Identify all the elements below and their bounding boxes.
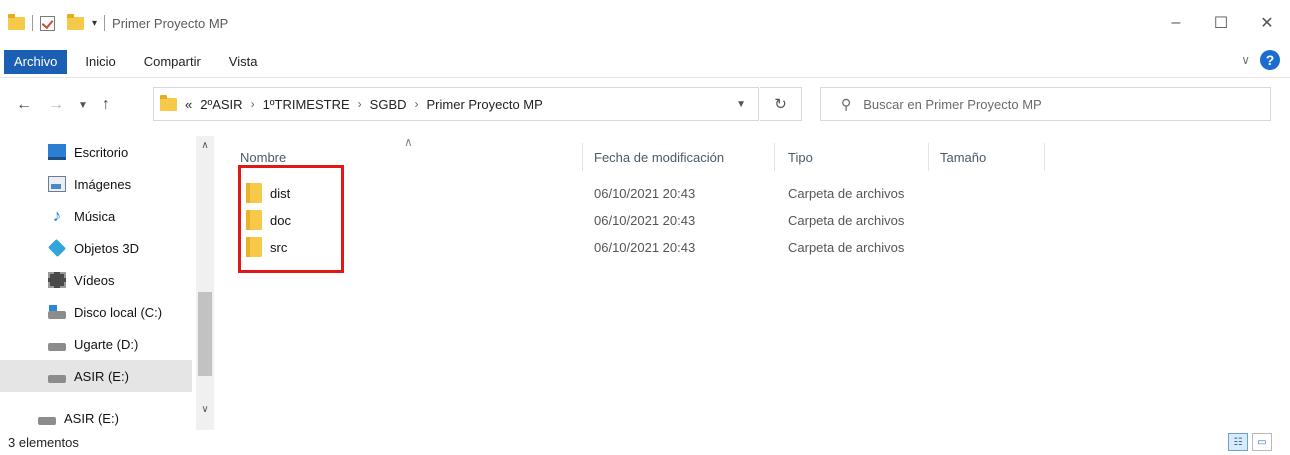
up-button[interactable]: ↑	[102, 96, 110, 114]
file-list: ∧ Nombre Fecha de modificación Tipo Tama…	[218, 131, 1290, 430]
customize-toolbar-chevron-icon[interactable]: ▾	[92, 18, 97, 29]
title-bar: ▾ Primer Proyecto MP – ☐ ✕	[0, 0, 1290, 46]
sidebar-item-label: Ugarte (D:)	[74, 336, 139, 352]
column-divider[interactable]	[582, 143, 583, 171]
ribbon-tabs: Archivo Inicio Compartir Vista ∨ ?	[0, 46, 1290, 78]
refresh-button[interactable]: ↻	[760, 87, 802, 121]
large-icons-view-icon[interactable]: ▭	[1252, 433, 1272, 451]
sidebar-item-asir-e-selected[interactable]: ASIR (E:)	[0, 360, 192, 392]
refresh-icon: ↻	[774, 96, 787, 113]
address-dropdown-icon[interactable]: ▼	[736, 99, 746, 110]
item-count: 3 elementos	[8, 435, 79, 450]
local-disk-icon	[48, 305, 66, 319]
breadcrumb-chevron-icon[interactable]: ›	[251, 97, 255, 111]
sidebar-item-musica[interactable]: ♪ Música	[0, 200, 192, 232]
sidebar-item-label: Escritorio	[74, 144, 129, 160]
column-divider[interactable]	[1044, 143, 1045, 171]
sort-ascending-icon: ∧	[404, 135, 413, 149]
music-icon: ♪	[52, 206, 62, 225]
modified-date: 06/10/2021 20:43	[594, 185, 696, 201]
column-header-fecha[interactable]: Fecha de modificación	[594, 140, 724, 174]
column-header-tamano[interactable]: Tamaño	[940, 140, 986, 174]
folder-icon[interactable]	[8, 13, 25, 30]
modified-date: 06/10/2021 20:43	[594, 212, 696, 228]
back-button[interactable]: ←	[16, 96, 32, 114]
drive-icon	[48, 375, 66, 383]
tab-inicio[interactable]: Inicio	[75, 50, 125, 74]
breadcrumb-item[interactable]: 2ºASIR	[200, 97, 242, 112]
file-type: Carpeta de archivos	[788, 239, 905, 255]
breadcrumb-chevron-icon[interactable]: ›	[358, 97, 362, 111]
sidebar-item-label: Disco local (C:)	[74, 304, 163, 320]
ribbon-right-controls: ∨ ?	[1241, 50, 1280, 70]
tab-compartir[interactable]: Compartir	[134, 50, 211, 74]
column-divider[interactable]	[774, 143, 775, 171]
folder-icon	[160, 94, 177, 111]
breadcrumb-overflow[interactable]: «	[185, 97, 192, 112]
pictures-icon	[48, 176, 66, 192]
address-bar[interactable]: « 2ºASIR › 1ºTRIMESTRE › SGBD › Primer P…	[153, 87, 759, 121]
close-button[interactable]: ✕	[1244, 0, 1290, 46]
separator	[32, 15, 33, 31]
sidebar-item-objetos-3d[interactable]: Objetos 3D	[0, 232, 192, 264]
breadcrumb-item[interactable]: SGBD	[370, 97, 407, 112]
column-divider[interactable]	[928, 143, 929, 171]
desktop-icon	[48, 144, 66, 160]
scrollbar-thumb[interactable]	[198, 292, 212, 376]
column-header-tipo[interactable]: Tipo	[788, 140, 813, 174]
file-type: Carpeta de archivos	[788, 185, 905, 201]
recent-locations-button[interactable]: ▼	[78, 100, 88, 111]
3d-objects-icon	[47, 238, 67, 258]
drive-icon	[38, 417, 56, 425]
window-title: Primer Proyecto MP	[112, 15, 229, 31]
breadcrumb: « 2ºASIR › 1ºTRIMESTRE › SGBD › Primer P…	[185, 97, 551, 112]
sidebar-item-disco-local-c[interactable]: Disco local (C:)	[0, 296, 192, 328]
videos-icon	[48, 272, 66, 288]
status-bar: 3 elementos ☷ ▭	[0, 430, 1290, 455]
sidebar-item-label: Objetos 3D	[74, 240, 140, 256]
details-view-icon[interactable]: ☷	[1228, 433, 1248, 451]
drive-icon	[48, 343, 66, 351]
red-highlight-box	[238, 165, 344, 273]
sidebar-item-imagenes[interactable]: Imágenes	[0, 168, 192, 200]
navigation-pane: Escritorio Imágenes ♪ Música Objetos 3D …	[0, 136, 218, 430]
sidebar-scrollbar[interactable]: ∧ ∨	[196, 136, 214, 430]
breadcrumb-item[interactable]: Primer Proyecto MP	[427, 97, 543, 112]
forward-button[interactable]: →	[48, 96, 64, 114]
sidebar-item-label: Imágenes	[74, 176, 132, 192]
new-folder-icon[interactable]	[67, 13, 84, 30]
properties-icon[interactable]	[40, 15, 55, 31]
modified-date: 06/10/2021 20:43	[594, 239, 696, 255]
help-icon[interactable]: ?	[1260, 50, 1280, 70]
sidebar-item-label: Música	[74, 208, 116, 224]
sidebar-item-label: ASIR (E:)	[74, 368, 129, 384]
scroll-down-chevron-icon[interactable]: ∨	[196, 404, 214, 415]
tab-archivo[interactable]: Archivo	[4, 49, 68, 74]
search-box[interactable]: ⚲ Buscar en Primer Proyecto MP	[820, 87, 1271, 121]
search-input[interactable]: Buscar en Primer Proyecto MP	[863, 97, 1041, 112]
sidebar-item-videos[interactable]: Vídeos	[0, 264, 192, 296]
breadcrumb-item[interactable]: 1ºTRIMESTRE	[263, 97, 350, 112]
navigation-bar: ← → ▼ ↑ « 2ºASIR › 1ºTRIMESTRE › SGBD › …	[0, 79, 1290, 131]
view-mode-buttons: ☷ ▭	[1224, 433, 1272, 451]
quick-access-toolbar: ▾ Primer Proyecto MP	[0, 0, 228, 46]
sidebar-item-label: Vídeos	[74, 272, 115, 288]
separator	[104, 15, 106, 31]
sidebar-item-ugarte-d[interactable]: Ugarte (D:)	[0, 328, 192, 360]
sidebar-item-escritorio[interactable]: Escritorio	[0, 136, 192, 168]
tab-vista[interactable]: Vista	[219, 50, 268, 74]
breadcrumb-chevron-icon[interactable]: ›	[415, 97, 419, 111]
file-type: Carpeta de archivos	[788, 212, 905, 228]
expand-ribbon-chevron-icon[interactable]: ∨	[1241, 53, 1250, 67]
sidebar-item-label: ASIR (E:)	[64, 410, 119, 426]
minimize-button[interactable]: –	[1154, 0, 1198, 46]
scroll-up-chevron-icon[interactable]: ∧	[196, 140, 214, 151]
window-controls: – ☐ ✕	[1154, 0, 1290, 46]
search-icon: ⚲	[841, 95, 852, 112]
maximize-button[interactable]: ☐	[1198, 0, 1244, 46]
